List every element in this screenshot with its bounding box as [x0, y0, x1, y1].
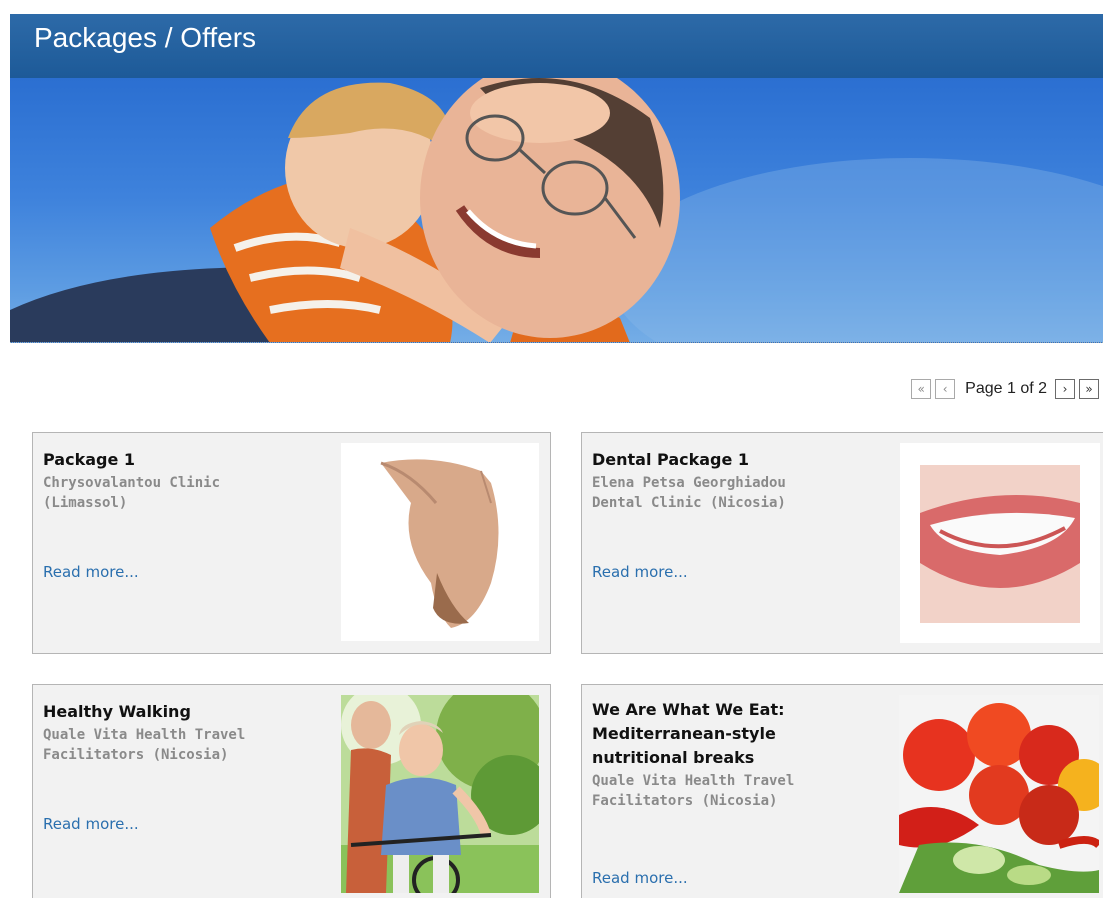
package-image[interactable]	[900, 443, 1100, 643]
package-card: Dental Package 1 Elena Petsa Georghiadou…	[581, 432, 1103, 654]
previous-page-button[interactable]: ‹	[935, 379, 956, 399]
package-title[interactable]: nutritional breaks	[592, 747, 754, 769]
package-title[interactable]: Mediterranean-style	[592, 723, 776, 745]
provider-name: Facilitators (Nicosia)	[43, 747, 229, 763]
provider-name: Quale Vita Health Travel	[592, 773, 795, 789]
page-title: Packages / Offers	[34, 22, 257, 53]
provider-name: Dental Clinic (Nicosia)	[592, 495, 786, 511]
provider-name: Facilitators (Nicosia)	[592, 793, 778, 809]
package-card: Healthy Walking Quale Vita Health Travel…	[32, 684, 551, 898]
package-title[interactable]: We Are What We Eat:	[592, 699, 785, 721]
package-image[interactable]	[899, 695, 1099, 893]
read-more-link[interactable]: Read more...	[592, 869, 688, 887]
read-more-link[interactable]: Read more...	[592, 563, 688, 581]
first-page-button[interactable]: «	[911, 379, 932, 399]
provider-name: Elena Petsa Georghiadou	[592, 475, 786, 491]
pagination: « ‹ Page 1 of 2 › »	[911, 377, 1103, 401]
read-more-link[interactable]: Read more...	[43, 563, 139, 581]
package-title[interactable]: Package 1	[43, 449, 135, 471]
package-image[interactable]	[341, 695, 539, 893]
provider-name: Quale Vita Health Travel	[43, 727, 246, 743]
provider-name: (Limassol)	[43, 495, 128, 511]
hero-banner-image	[10, 78, 1103, 343]
read-more-link[interactable]: Read more...	[43, 815, 139, 833]
package-title[interactable]: Healthy Walking	[43, 701, 191, 723]
last-page-button[interactable]: »	[1079, 379, 1099, 399]
package-title[interactable]: Dental Package 1	[592, 449, 749, 471]
package-card: We Are What We Eat: Mediterranean-style …	[581, 684, 1103, 898]
page-indicator: Page 1 of 2	[965, 380, 1047, 397]
provider-name: Chrysovalantou Clinic	[43, 475, 221, 491]
package-image[interactable]	[341, 443, 539, 641]
page-header: Packages / Offers	[10, 14, 1103, 78]
next-page-button[interactable]: ›	[1055, 379, 1075, 399]
package-card: Package 1 Chrysovalantou Clinic (Limasso…	[32, 432, 551, 654]
